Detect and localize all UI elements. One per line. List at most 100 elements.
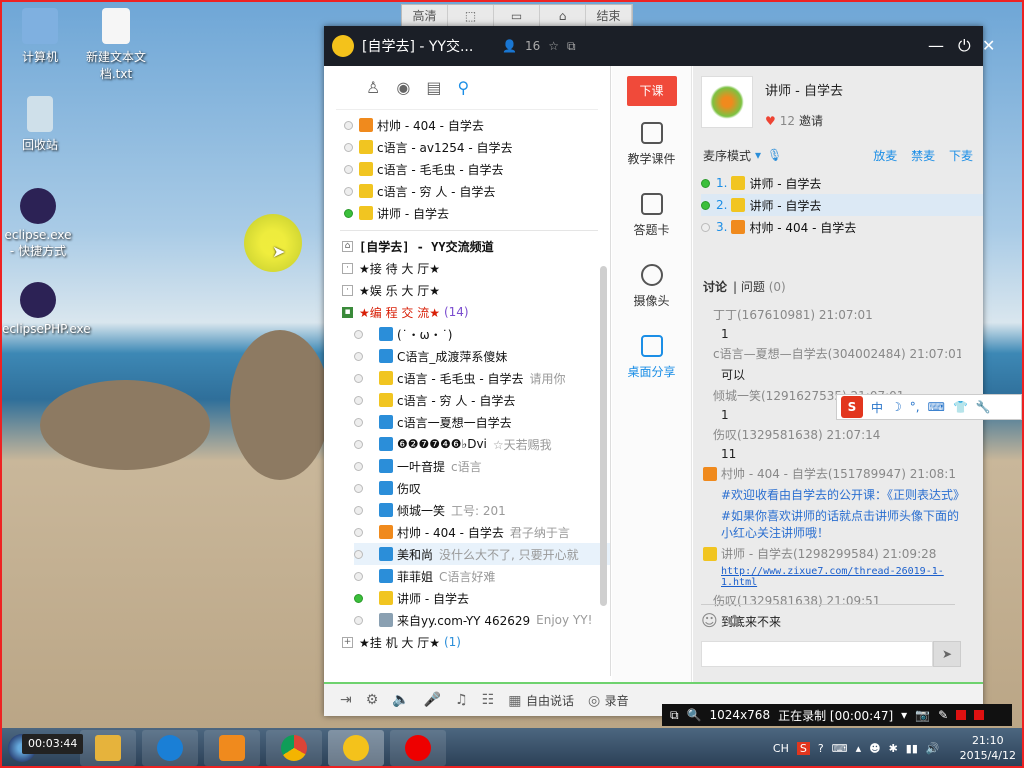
list-item[interactable]: c语言 - 穷 人 - 自学去: [344, 180, 610, 202]
tab-discussion[interactable]: 讨论: [703, 280, 727, 294]
member-row[interactable]: c语言 - 毛毛虫 - 自学去 请用你: [354, 367, 610, 389]
answer-card-button[interactable]: 答题卡: [612, 193, 691, 238]
invite-link[interactable]: 邀请: [799, 114, 823, 128]
list-item[interactable]: c语言 - av1254 - 自学去: [344, 136, 610, 158]
share-icon[interactable]: ⧉: [567, 39, 576, 54]
moon-icon[interactable]: ☽: [891, 400, 902, 414]
release-mic-button[interactable]: 放麦: [873, 149, 897, 163]
expand-icon[interactable]: ·: [342, 262, 353, 274]
member-row[interactable]: 倾城一笑 工号: 201: [354, 499, 610, 521]
tray-expand-icon[interactable]: ▴: [856, 742, 862, 755]
power-close-button[interactable]: ⏻: [958, 36, 971, 56]
member-row[interactable]: 来自yy.com-YY 462629 Enjoy YY!: [354, 609, 610, 631]
emoji-icon[interactable]: ☺: [701, 611, 718, 630]
member-row[interactable]: C语言_成渡萍系傻妹: [354, 345, 610, 367]
bluetooth-icon[interactable]: ✱: [889, 742, 898, 755]
expand-icon[interactable]: +: [342, 636, 353, 648]
language-indicator[interactable]: CH: [773, 742, 789, 755]
desktop-icon-recycle-bin[interactable]: 回收站: [4, 96, 76, 153]
member-row[interactable]: 美和尚 没什么大不了, 只要开心就: [354, 543, 610, 565]
member-row[interactable]: c语言 - 穷 人 - 自学去: [354, 389, 610, 411]
taskbar-app-yy[interactable]: [328, 730, 384, 766]
location-icon[interactable]: ◉: [396, 78, 410, 97]
region-select-icon[interactable]: ⬚: [448, 5, 494, 27]
camera-button[interactable]: 摄像头: [612, 264, 691, 309]
expand-icon[interactable]: ·: [342, 284, 353, 296]
exit-channel-icon[interactable]: ⇥: [340, 692, 352, 708]
queue-item[interactable]: 2. 讲师 - 自学去: [701, 194, 983, 216]
channel-item[interactable]: ▪ ★编 程 交 流★ (14): [342, 301, 610, 323]
member-row[interactable]: 村帅 - 404 - 自学去 君子纳于言: [354, 521, 610, 543]
desktop-icon-eclipse[interactable]: eclipse.exe - 快捷方式: [2, 188, 74, 259]
member-row[interactable]: ❻❷❼❼❹❻♭Dvi ☆天若赐我: [354, 433, 610, 455]
channel-item[interactable]: + ★挂 机 大 厅★ (1): [342, 631, 610, 653]
taskbar-app-folder[interactable]: [80, 730, 136, 766]
favorite-star-icon[interactable]: ☆: [548, 39, 559, 53]
hd-button[interactable]: 高清: [402, 5, 448, 27]
mic-disabled-icon[interactable]: 🎙: [767, 148, 782, 162]
message-link[interactable]: http://www.zixue7.com/thread-26019-1-1.h…: [703, 566, 961, 588]
taskbar-app-recorder[interactable]: [390, 730, 446, 766]
stop-icon[interactable]: [974, 710, 985, 720]
notes-icon[interactable]: ▤: [426, 78, 441, 97]
keyboard-icon[interactable]: ⌨: [832, 742, 848, 755]
member-row[interactable]: 讲师 - 自学去: [354, 587, 610, 609]
settings-gear-icon[interactable]: ⚙: [366, 692, 379, 708]
member-row[interactable]: 伤叹: [354, 477, 610, 499]
search-icon[interactable]: ⚲: [457, 78, 469, 97]
punctuation-icon[interactable]: °,: [910, 400, 920, 414]
wrench-icon[interactable]: 🔧: [976, 400, 991, 414]
window-icon[interactable]: ▭: [494, 5, 540, 27]
settings-icon[interactable]: ✿: [728, 611, 741, 630]
chevron-down-icon[interactable]: ▾: [755, 148, 761, 162]
taskbar-app-player[interactable]: [204, 730, 260, 766]
yy-tray-icon[interactable]: ☻: [869, 742, 880, 755]
pen-icon[interactable]: ✎: [938, 708, 948, 722]
scrollbar[interactable]: [600, 266, 607, 606]
teacher-avatar[interactable]: [701, 76, 753, 128]
keyboard-icon[interactable]: ⌨: [928, 400, 945, 414]
close-icon[interactable]: ✕: [982, 36, 995, 55]
network-icon[interactable]: ▮▮: [906, 742, 918, 755]
volume-icon[interactable]: 🔊: [926, 742, 940, 755]
queue-item[interactable]: 3. 村帅 - 404 - 自学去: [701, 216, 963, 238]
member-row[interactable]: (˙・ω・˙): [354, 323, 610, 345]
microphone-icon[interactable]: 🎤: [424, 692, 441, 708]
desktop-icon-textfile[interactable]: 新建文本文档.txt: [80, 8, 152, 82]
member-row[interactable]: c语言一夏想一自学去: [354, 411, 610, 433]
window-icon[interactable]: ⧉: [670, 708, 679, 723]
list-item[interactable]: 村帅 - 404 - 自学去: [344, 114, 610, 136]
skin-icon[interactable]: 👕: [953, 400, 968, 414]
desktop-icon-computer[interactable]: 计算机: [4, 8, 76, 65]
taskbar-app-kugou[interactable]: [142, 730, 198, 766]
ime-mode[interactable]: 中: [871, 399, 883, 416]
record-button[interactable]: ◎ 录音: [588, 692, 629, 709]
channel-item[interactable]: · ★接 待 大 厅★: [342, 257, 610, 279]
end-button[interactable]: 结束: [586, 5, 632, 27]
channel-item[interactable]: · ★娱 乐 大 厅★: [342, 279, 610, 301]
member-row[interactable]: 菲菲姐 C语言好难: [354, 565, 610, 587]
help-icon[interactable]: ?: [818, 742, 824, 755]
desktop-icon-eclipsephp[interactable]: eclipsePHP.exe: [2, 282, 91, 336]
minimize-button[interactable]: —: [928, 36, 944, 55]
list-item[interactable]: 讲师 - 自学去: [344, 202, 610, 224]
mixer-icon[interactable]: ☷: [482, 692, 495, 708]
send-button[interactable]: ➤: [933, 641, 961, 667]
speaker-icon[interactable]: 🔈: [392, 692, 409, 708]
courseware-button[interactable]: 教学课件: [612, 122, 691, 167]
sogou-logo-icon[interactable]: S: [841, 396, 863, 418]
drop-mic-button[interactable]: 下麦: [949, 149, 973, 163]
sogou-tray-icon[interactable]: S: [796, 741, 810, 755]
mic-mode-select[interactable]: 麦序模式: [703, 147, 751, 164]
tab-questions[interactable]: 问题: [741, 280, 765, 294]
heart-icon[interactable]: ♥: [765, 114, 776, 128]
list-item[interactable]: c语言 - 毛毛虫 - 自学去: [344, 158, 610, 180]
music-icon[interactable]: ♫: [455, 692, 468, 708]
channel-root[interactable]: ⌂ [自学去] - YY交流频道: [342, 235, 610, 257]
queue-item[interactable]: 1. 讲师 - 自学去: [701, 172, 963, 194]
home-icon[interactable]: ⌂: [540, 5, 586, 27]
clock[interactable]: 21:10 2015/4/12: [960, 733, 1016, 763]
zoom-icon[interactable]: 🔍: [687, 708, 702, 722]
end-class-button[interactable]: 下课: [626, 76, 677, 106]
chevron-down-icon[interactable]: ▾: [901, 708, 907, 722]
